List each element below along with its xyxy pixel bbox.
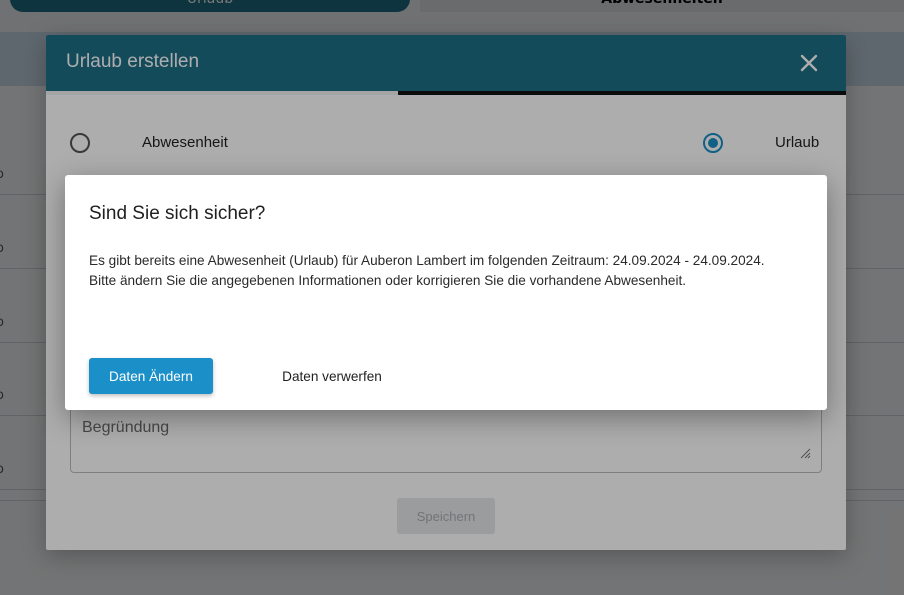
confirm-message: Es gibt bereits eine Abwesenheit (Urlaub… bbox=[89, 251, 809, 291]
confirm-message-line-1: Es gibt bereits eine Abwesenheit (Urlaub… bbox=[89, 253, 765, 268]
change-data-button[interactable]: Daten Ändern bbox=[89, 358, 213, 394]
confirm-title: Sind Sie sich sicher? bbox=[89, 203, 266, 224]
confirm-message-line-2: Bitte ändern Sie die angegebenen Informa… bbox=[89, 273, 687, 288]
confirm-dialog: Sind Sie sich sicher? Es gibt bereits ei… bbox=[65, 175, 827, 410]
discard-data-button[interactable]: Daten verwerfen bbox=[261, 358, 403, 394]
